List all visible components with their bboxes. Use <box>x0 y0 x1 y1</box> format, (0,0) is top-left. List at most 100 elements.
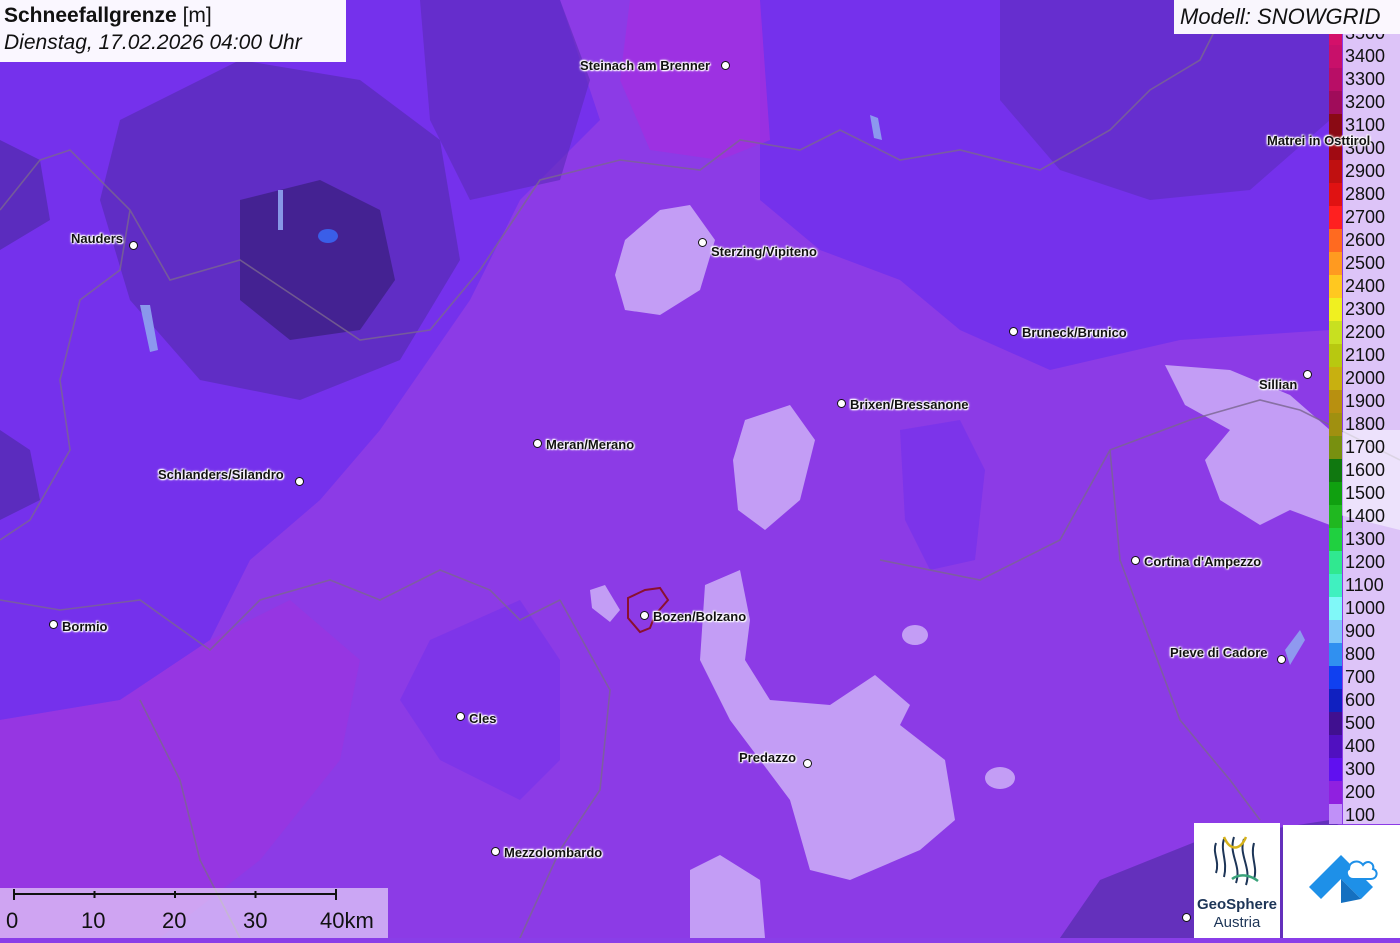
legend-value: 2900 <box>1343 160 1400 183</box>
legend-value: 100 <box>1343 804 1400 824</box>
legend-swatch <box>1329 367 1342 390</box>
place-marker-unlabelled[interactable] <box>1182 913 1191 922</box>
place-label-steinach[interactable]: Steinach am Brenner <box>580 58 710 73</box>
scale-label-20: 20 <box>162 908 187 933</box>
legend-swatch <box>1329 482 1342 505</box>
legend-value: 400 <box>1343 735 1400 758</box>
place-label-brixen[interactable]: Brixen/Bressanone <box>850 397 969 412</box>
legend-value: 2700 <box>1343 206 1400 229</box>
legend-row-1300: 1300 <box>1329 528 1400 551</box>
legend-row-1200: 1200 <box>1329 551 1400 574</box>
legend-row-200: 200 <box>1329 781 1400 804</box>
place-marker-meran[interactable] <box>533 439 542 448</box>
legend-value: 2400 <box>1343 275 1400 298</box>
place-marker-steinach[interactable] <box>721 61 730 70</box>
legend-value: 2600 <box>1343 229 1400 252</box>
legend-value: 1400 <box>1343 505 1400 528</box>
scale-bar: 0 10 20 30 40km <box>0 888 388 938</box>
place-label-cles[interactable]: Cles <box>469 711 496 726</box>
place-label-nauders[interactable]: Nauders <box>71 231 123 246</box>
legend-value: 3200 <box>1343 91 1400 114</box>
place-marker-bormio[interactable] <box>49 620 58 629</box>
legend-swatch <box>1329 666 1342 689</box>
legend-swatch <box>1329 735 1342 758</box>
place-label-pieve[interactable]: Pieve di Cadore <box>1170 645 1268 660</box>
legend-value: 2200 <box>1343 321 1400 344</box>
legend-row-900: 900 <box>1329 620 1400 643</box>
legend-swatch <box>1329 344 1342 367</box>
map-title-box: Schneefallgrenze [m] Dienstag, 17.02.202… <box>0 0 346 62</box>
legend-swatch <box>1329 413 1342 436</box>
legend-value: 2300 <box>1343 298 1400 321</box>
legend-value: 1900 <box>1343 390 1400 413</box>
legend-swatch <box>1329 436 1342 459</box>
legend-value: 1000 <box>1343 597 1400 620</box>
legend-swatch <box>1329 68 1342 91</box>
legend-swatch <box>1329 804 1342 824</box>
legend-swatch <box>1329 459 1342 482</box>
place-marker-sillian[interactable] <box>1303 370 1312 379</box>
legend-value: 700 <box>1343 666 1400 689</box>
place-marker-sterzing[interactable] <box>698 238 707 247</box>
model-label: Modell: SNOWGRID <box>1174 0 1400 34</box>
legend-row-3400: 3400 <box>1329 45 1400 68</box>
legend-swatch <box>1329 574 1342 597</box>
legend-swatch <box>1329 643 1342 666</box>
legend-value: 300 <box>1343 758 1400 781</box>
place-label-bozen[interactable]: Bozen/Bolzano <box>653 609 746 624</box>
legend-value: 500 <box>1343 712 1400 735</box>
weather-app-logo[interactable] <box>1283 825 1400 938</box>
legend-value: 1100 <box>1343 574 1400 597</box>
legend-swatch <box>1329 183 1342 206</box>
legend-swatch <box>1329 781 1342 804</box>
place-label-bormio[interactable]: Bormio <box>62 619 108 634</box>
place-marker-bruneck[interactable] <box>1009 327 1018 336</box>
legend-row-2600: 2600 <box>1329 229 1400 252</box>
legend-row-3300: 3300 <box>1329 68 1400 91</box>
place-label-predazzo[interactable]: Predazzo <box>739 750 796 765</box>
place-label-schlanders[interactable]: Schlanders/Silandro <box>158 467 284 482</box>
legend-swatch <box>1329 712 1342 735</box>
legend-swatch <box>1329 321 1342 344</box>
place-label-mezzolombardo[interactable]: Mezzolombardo <box>504 845 602 860</box>
legend-swatch <box>1329 597 1342 620</box>
place-marker-schlanders[interactable] <box>295 477 304 486</box>
title-main: Schneefallgrenze <box>4 4 177 27</box>
geosphere-text-1: GeoSphere <box>1196 896 1278 913</box>
place-label-meran[interactable]: Meran/Merano <box>546 437 634 452</box>
place-label-bruneck[interactable]: Bruneck/Brunico <box>1022 325 1127 340</box>
legend-swatch <box>1329 252 1342 275</box>
legend-swatch <box>1329 298 1342 321</box>
legend-value: 1300 <box>1343 528 1400 551</box>
legend-row-400: 400 <box>1329 735 1400 758</box>
legend-value: 1600 <box>1343 459 1400 482</box>
legend-value: 600 <box>1343 689 1400 712</box>
place-marker-brixen[interactable] <box>837 399 846 408</box>
legend-swatch <box>1329 34 1342 45</box>
place-label-sterzing[interactable]: Sterzing/Vipiteno <box>711 244 817 259</box>
legend-row-2200: 2200 <box>1329 321 1400 344</box>
place-marker-cortina[interactable] <box>1131 556 1140 565</box>
geosphere-logo[interactable]: GeoSphere Austria <box>1194 823 1280 938</box>
legend-value: 2500 <box>1343 252 1400 275</box>
legend-row-100: 100 <box>1329 804 1400 824</box>
legend-row-3200: 3200 <box>1329 91 1400 114</box>
place-label-cortina[interactable]: Cortina d'Ampezzo <box>1144 554 1261 569</box>
place-marker-bozen[interactable] <box>640 611 649 620</box>
title-unit: [m] <box>182 4 212 27</box>
place-marker-mezzolombardo[interactable] <box>491 847 500 856</box>
legend-row-2400: 2400 <box>1329 275 1400 298</box>
place-marker-predazzo[interactable] <box>803 759 812 768</box>
house-cloud-icon <box>1309 855 1378 903</box>
zone-100-small2 <box>902 625 928 645</box>
legend-swatch <box>1329 91 1342 114</box>
place-label-matrei[interactable]: Matrei in Osttirol <box>1267 133 1370 148</box>
place-marker-pieve[interactable] <box>1277 655 1286 664</box>
place-marker-cles[interactable] <box>456 712 465 721</box>
legend-value: 3300 <box>1343 68 1400 91</box>
legend-row-700: 700 <box>1329 666 1400 689</box>
legend-swatch <box>1329 689 1342 712</box>
place-label-sillian[interactable]: Sillian <box>1259 377 1297 392</box>
legend-row-2000: 2000 <box>1329 367 1400 390</box>
place-marker-nauders[interactable] <box>129 241 138 250</box>
